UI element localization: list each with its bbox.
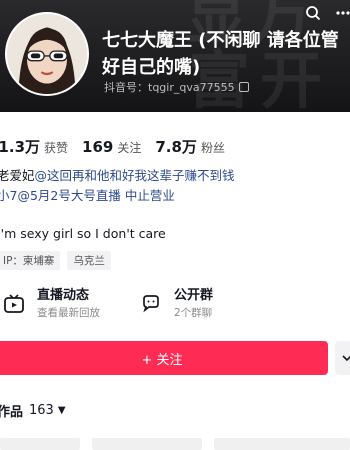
profile-stats: 71.3万 获赞 169 关注 7.8万 粉丝 — [0, 136, 239, 157]
copy-icon[interactable] — [238, 82, 249, 92]
feature-title: 公开群 — [174, 288, 214, 303]
feature-subtitle: 2个群聊 — [174, 307, 213, 319]
caret-down-icon: ▼ — [57, 405, 66, 416]
avatar[interactable] — [5, 12, 89, 96]
douyin-id[interactable]: 抖音号：tqgir_qva77555 — [104, 79, 249, 95]
more-icon[interactable] — [332, 2, 350, 24]
location-tag: 乌克兰 — [67, 251, 111, 270]
works-count: 163 — [29, 403, 54, 418]
feature-title: 直播动态 — [37, 288, 90, 303]
profile-name: 七七大魔王 (不闲聊 请各位管好自己的嘴) — [102, 30, 339, 78]
douyin-id-text: 抖音号：tqgir_qva77555 — [104, 81, 235, 94]
stat-label: 关注 — [117, 141, 142, 155]
profile-header: 显 万 富 开 七七大魔王 (不闲聊 请各位管好自己的嘴) 抖音号：tqgir_… — [0, 0, 350, 112]
stat-followers[interactable]: 7.8万 粉丝 — [155, 136, 225, 157]
chat-bubble-icon — [143, 295, 159, 313]
works-label: 作品 — [0, 405, 24, 420]
bio-mention-link[interactable]: @这回再和他和好我这辈子赚不到钱 — [35, 168, 235, 183]
bio-mention-link[interactable]: 小7@5月2号大号直播 中止营业 — [0, 188, 175, 203]
bio-text: 老爱妃 — [0, 168, 35, 183]
more-actions-button[interactable] — [335, 341, 350, 375]
stat-likes[interactable]: 71.3万 获赞 — [0, 136, 68, 157]
feature-subtitle: 查看最新回放 — [37, 307, 100, 319]
stat-value: 7.8万 — [155, 138, 197, 156]
video-thumbnail[interactable] — [214, 438, 350, 450]
works-tab[interactable]: 作品 163 ▼ — [0, 401, 66, 420]
video-thumbnail[interactable] — [0, 438, 80, 450]
chevron-down-icon — [342, 355, 350, 361]
live-updates-entry[interactable]: 直播动态 查看最新回放 — [3, 287, 100, 321]
stat-label: 粉丝 — [200, 141, 225, 155]
stat-value: 169 — [82, 138, 114, 156]
follow-button[interactable]: + 关注 — [0, 341, 328, 375]
ip-location-tag: IP：柬埔寨 — [0, 251, 61, 270]
stat-following[interactable]: 169 关注 — [82, 138, 141, 156]
profile-tags: IP：柬埔寨 乌克兰 — [0, 251, 111, 270]
public-group-entry[interactable]: 公开群 2个群聊 — [140, 287, 213, 321]
bio-line: 老爱妃@这回再和他和好我这辈子赚不到钱 — [0, 165, 235, 184]
bio-line: 小7@5月2号大号直播 中止营业 — [0, 185, 175, 204]
search-icon[interactable] — [302, 2, 324, 24]
tv-icon — [4, 294, 24, 313]
stat-label: 获赞 — [44, 141, 69, 155]
follow-button-label: + 关注 — [141, 352, 183, 368]
stat-value: 71.3万 — [0, 138, 41, 156]
video-thumbnail[interactable] — [92, 438, 202, 450]
bio-line: I'm sexy girl so I don't care — [0, 226, 166, 241]
